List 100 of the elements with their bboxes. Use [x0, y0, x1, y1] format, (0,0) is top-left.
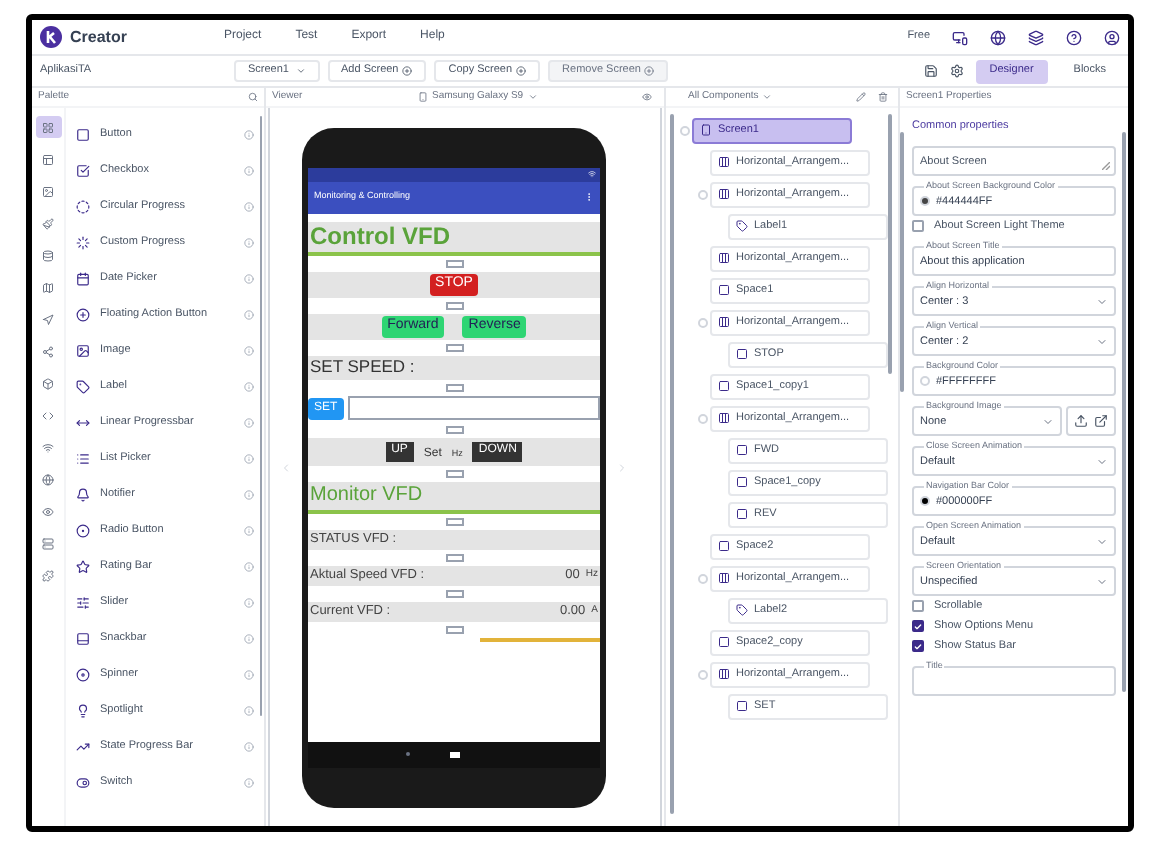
category-tab[interactable]: [35, 116, 61, 138]
grid-icon: [42, 121, 54, 133]
caret-icon: [762, 92, 773, 102]
globe-icon[interactable]: [990, 29, 1006, 45]
account-icon[interactable]: [1104, 29, 1120, 45]
plus-circle-icon: [76, 307, 90, 321]
info-icon[interactable]: [244, 525, 254, 535]
chevron-right-icon[interactable]: [616, 461, 628, 473]
info-icon[interactable]: [244, 237, 254, 247]
button-icon: [76, 127, 90, 141]
tag-icon: [736, 220, 748, 232]
chevron-left-icon[interactable]: [280, 461, 292, 473]
map-icon: [42, 281, 54, 293]
button-icon: [736, 444, 748, 456]
search-icon[interactable]: [248, 92, 258, 102]
toggle-icon[interactable]: [679, 125, 689, 135]
rename-icon[interactable]: [856, 92, 866, 102]
navigation-icon: [42, 313, 54, 325]
caret-icon: [295, 66, 305, 76]
info-icon[interactable]: [244, 453, 254, 463]
delete-icon[interactable]: [878, 92, 888, 102]
help-icon[interactable]: [1066, 29, 1082, 45]
info-icon[interactable]: [244, 633, 254, 643]
caret-icon: [527, 92, 538, 102]
set-speed-label: SET SPEED :: [310, 358, 415, 376]
columns-icon: [718, 572, 730, 584]
plus-circle-icon: [516, 66, 527, 76]
checkbox[interactable]: [912, 600, 924, 613]
info-icon[interactable]: [244, 777, 254, 787]
section-heading: Control VFD: [310, 224, 450, 248]
checkbox[interactable]: [912, 640, 924, 653]
info-icon[interactable]: [244, 561, 254, 571]
preview-icon[interactable]: [642, 92, 652, 102]
info-icon[interactable]: [244, 741, 254, 751]
database-icon: [42, 249, 54, 261]
upload-icon[interactable]: [1074, 414, 1088, 429]
scrollbar[interactable]: [259, 116, 263, 716]
info-icon[interactable]: [244, 669, 254, 679]
info-icon[interactable]: [244, 273, 254, 283]
scrollbar[interactable]: [888, 114, 891, 374]
square-icon: [718, 636, 730, 648]
info-icon[interactable]: [244, 417, 254, 427]
info-icon[interactable]: [244, 309, 254, 319]
info-icon[interactable]: [244, 597, 254, 607]
spacer-placeholder: [445, 383, 463, 391]
toggle-icon[interactable]: [697, 189, 707, 199]
checkbox-icon: [76, 163, 90, 177]
device-icon[interactable]: [952, 29, 968, 45]
info-icon[interactable]: [244, 201, 254, 211]
image-icon: [42, 185, 54, 197]
scrollbar[interactable]: [1122, 132, 1125, 692]
accent-bar: [480, 637, 600, 641]
share-icon: [42, 345, 54, 357]
info-icon[interactable]: [244, 345, 254, 355]
columns-icon: [718, 316, 730, 328]
toggle-icon[interactable]: [697, 669, 707, 679]
checkbox[interactable]: [912, 220, 924, 233]
wifi-icon: [588, 170, 596, 178]
tag-icon: [76, 379, 90, 393]
toggle-icon[interactable]: [697, 413, 707, 423]
box-icon: [42, 377, 54, 389]
tag-icon: [736, 604, 748, 616]
columns-icon: [718, 156, 730, 168]
resize-handle-icon[interactable]: [1102, 162, 1110, 171]
info-icon[interactable]: [244, 165, 254, 175]
columns-icon: [718, 188, 730, 200]
layout-icon: [42, 153, 54, 165]
info-icon[interactable]: [244, 129, 254, 139]
square-icon: [718, 540, 730, 552]
star-icon: [76, 559, 90, 573]
server-icon: [42, 537, 54, 549]
info-icon[interactable]: [244, 489, 254, 499]
dropdown-icon: [1096, 335, 1108, 348]
arrows-icon: [76, 415, 90, 429]
button-icon: [736, 348, 748, 360]
spacer-placeholder: [445, 469, 463, 477]
spacer-placeholder: [445, 301, 463, 309]
circle-icon: [76, 199, 90, 213]
info-icon[interactable]: [244, 705, 254, 715]
list-icon: [76, 451, 90, 465]
save-icon[interactable]: [923, 64, 938, 78]
settings-icon[interactable]: [949, 64, 964, 78]
speed-input[interactable]: [347, 396, 600, 420]
puzzle-icon: [42, 569, 54, 581]
toggle-icon[interactable]: [697, 317, 707, 327]
square-icon: [736, 476, 748, 488]
info-icon[interactable]: [244, 381, 254, 391]
brush-icon: [42, 217, 54, 229]
plus-circle-icon: [644, 66, 655, 76]
scrollbar[interactable]: [900, 132, 903, 392]
spacer-placeholder: [445, 553, 463, 561]
plus-circle-icon: [402, 66, 413, 76]
phone-icon: [700, 124, 712, 136]
dropdown-icon: [1096, 455, 1108, 468]
checkbox[interactable]: [912, 620, 924, 633]
columns-icon: [718, 668, 730, 680]
scrollbar[interactable]: [670, 114, 673, 814]
wifi-icon: [42, 441, 54, 453]
toggle-icon[interactable]: [697, 573, 707, 583]
external-link-icon[interactable]: [1094, 414, 1108, 429]
